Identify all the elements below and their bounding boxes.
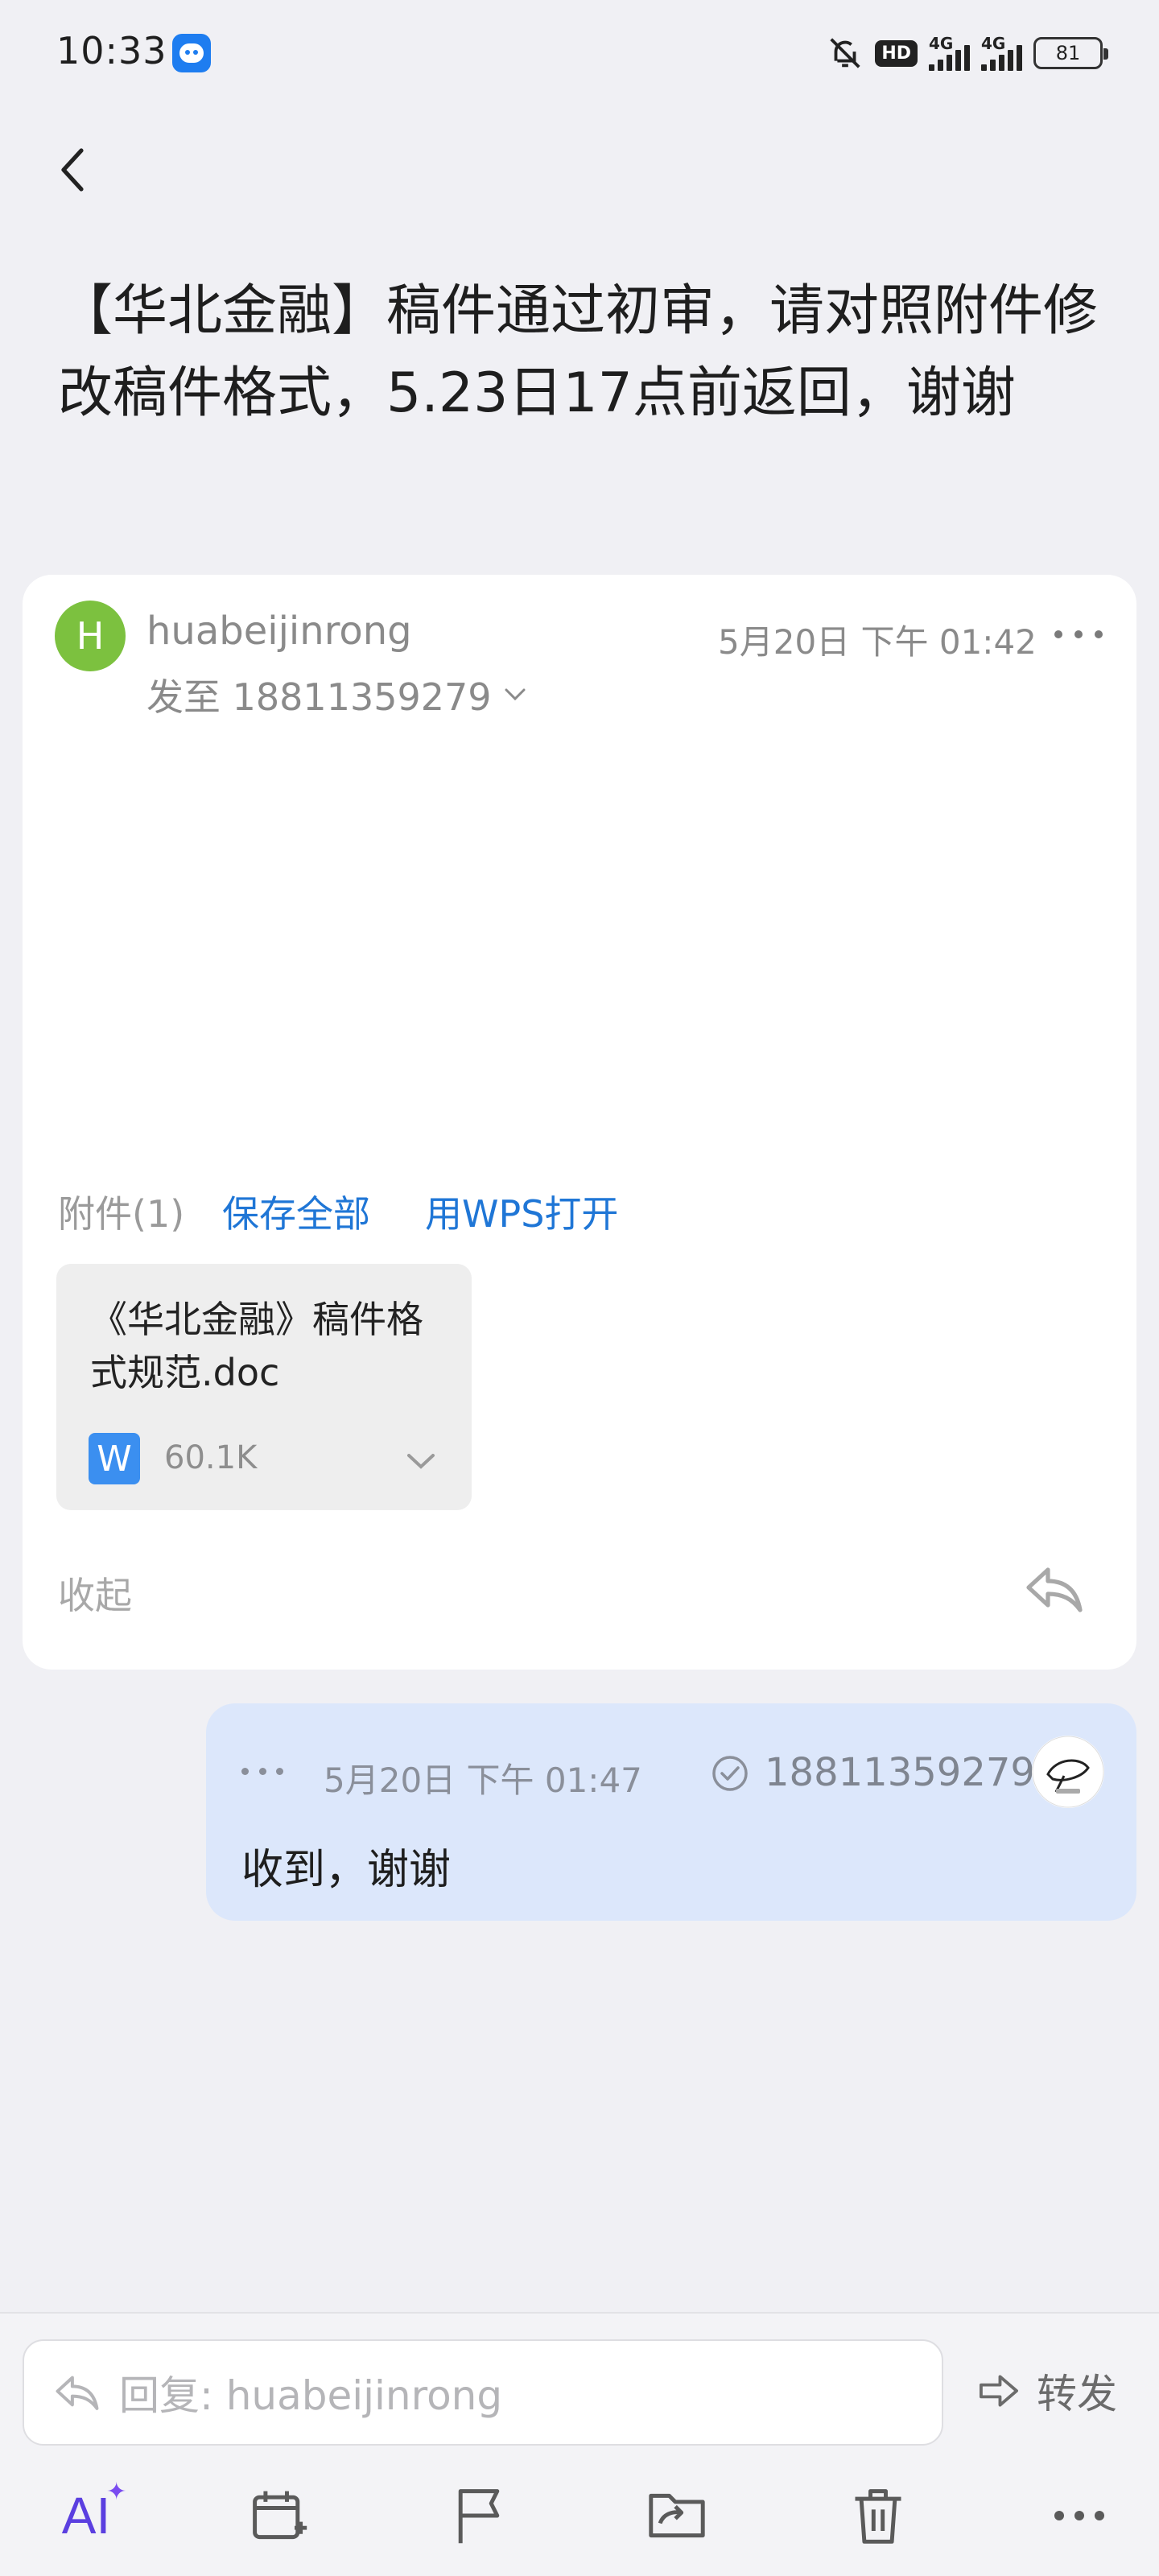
- email-subject: 【华北金融】稿件通过初审，请对照附件修改稿件格式，5.23日17点前返回，谢谢: [58, 279, 1099, 425]
- status-time: 10:33: [56, 29, 167, 72]
- reply-arrow-icon: [56, 2376, 99, 2410]
- attachment-name: 《华北金融》稿件格式规范.doc: [90, 1298, 423, 1394]
- hd-badge: HD: [875, 39, 918, 67]
- more-dot: [1095, 630, 1103, 638]
- open-with-wps-button[interactable]: 用WPS打开: [425, 1185, 618, 1238]
- move-folder-icon: [649, 2493, 705, 2538]
- delete-button[interactable]: [842, 2479, 914, 2552]
- reply-sender: 18811359279: [765, 1750, 1035, 1795]
- status-indicators: HD 4G 4G 81: [827, 31, 1108, 76]
- more-options-button[interactable]: [1054, 617, 1103, 652]
- trash-icon: [855, 2489, 901, 2544]
- ai-label: AI: [61, 2487, 111, 2545]
- more-dot: [258, 1767, 266, 1775]
- sender-name[interactable]: huabeijinrong: [146, 609, 412, 654]
- email-date: 5月20日 下午 01:42: [718, 622, 1037, 662]
- forward-arrow-icon: [980, 2375, 1018, 2407]
- reply-input[interactable]: 回复: huabeijinrong: [23, 2339, 943, 2446]
- battery-icon: 81: [1033, 37, 1108, 69]
- flag-button[interactable]: [443, 2479, 515, 2552]
- forward-label: 转发: [1037, 2371, 1117, 2417]
- attachment-size: 60.1K: [164, 1439, 258, 1476]
- ai-spark: ✦: [106, 2479, 127, 2505]
- more-dot: [1054, 630, 1062, 638]
- collapse-button[interactable]: 收起: [58, 1567, 132, 1620]
- attachment-expand-button[interactable]: [401, 1441, 441, 1481]
- chevron-down-icon: [407, 1454, 435, 1469]
- battery-level: 81: [1055, 42, 1081, 64]
- reply-placeholder: 回复: huabeijinrong: [119, 2372, 503, 2419]
- more-dot: [241, 1767, 249, 1775]
- chevron-down-icon: [505, 688, 526, 701]
- user-avatar[interactable]: [1032, 1736, 1104, 1808]
- back-button[interactable]: [45, 142, 101, 198]
- app-notification-icon: [172, 34, 211, 72]
- reply-date: 5月20日 下午 01:47: [324, 1761, 642, 1800]
- save-all-button[interactable]: 保存全部: [222, 1185, 370, 1238]
- reply-body: 收到，谢谢: [241, 1846, 452, 1894]
- more-dot: [1074, 630, 1083, 638]
- move-button[interactable]: [641, 2479, 713, 2552]
- network-type-label-2: 4G: [981, 34, 1006, 53]
- attachments-label: 附件(1): [58, 1192, 185, 1236]
- reply-more-button[interactable]: [241, 1763, 283, 1779]
- more-icon: [1054, 2511, 1104, 2520]
- mute-bell-icon: [830, 38, 860, 68]
- ai-assistant-button[interactable]: AI ✦: [50, 2479, 126, 2552]
- word-doc-icon: W: [89, 1433, 140, 1484]
- chevron-left-icon: [61, 148, 84, 192]
- calendar-add-icon: [253, 2491, 307, 2540]
- recipient-text: 发至 18811359279: [146, 675, 492, 719]
- ai-icon: AI ✦: [61, 2479, 126, 2545]
- flag-icon: [458, 2489, 500, 2544]
- more-dot: [276, 1767, 283, 1775]
- sender-avatar[interactable]: H: [55, 601, 126, 671]
- add-calendar-button[interactable]: [243, 2479, 316, 2552]
- recipient-line[interactable]: 发至 18811359279: [146, 668, 527, 721]
- signal-icon-2: 4G: [981, 34, 1022, 71]
- network-type-label: 4G: [929, 34, 954, 53]
- more-actions-button[interactable]: [1043, 2479, 1116, 2552]
- forward-button[interactable]: 转发: [975, 2359, 1117, 2423]
- signal-icon: 4G: [929, 34, 970, 71]
- reply-button[interactable]: [1024, 1562, 1085, 1616]
- reply-arrow-icon: [1026, 1567, 1083, 1612]
- sent-check-icon: [710, 1753, 750, 1794]
